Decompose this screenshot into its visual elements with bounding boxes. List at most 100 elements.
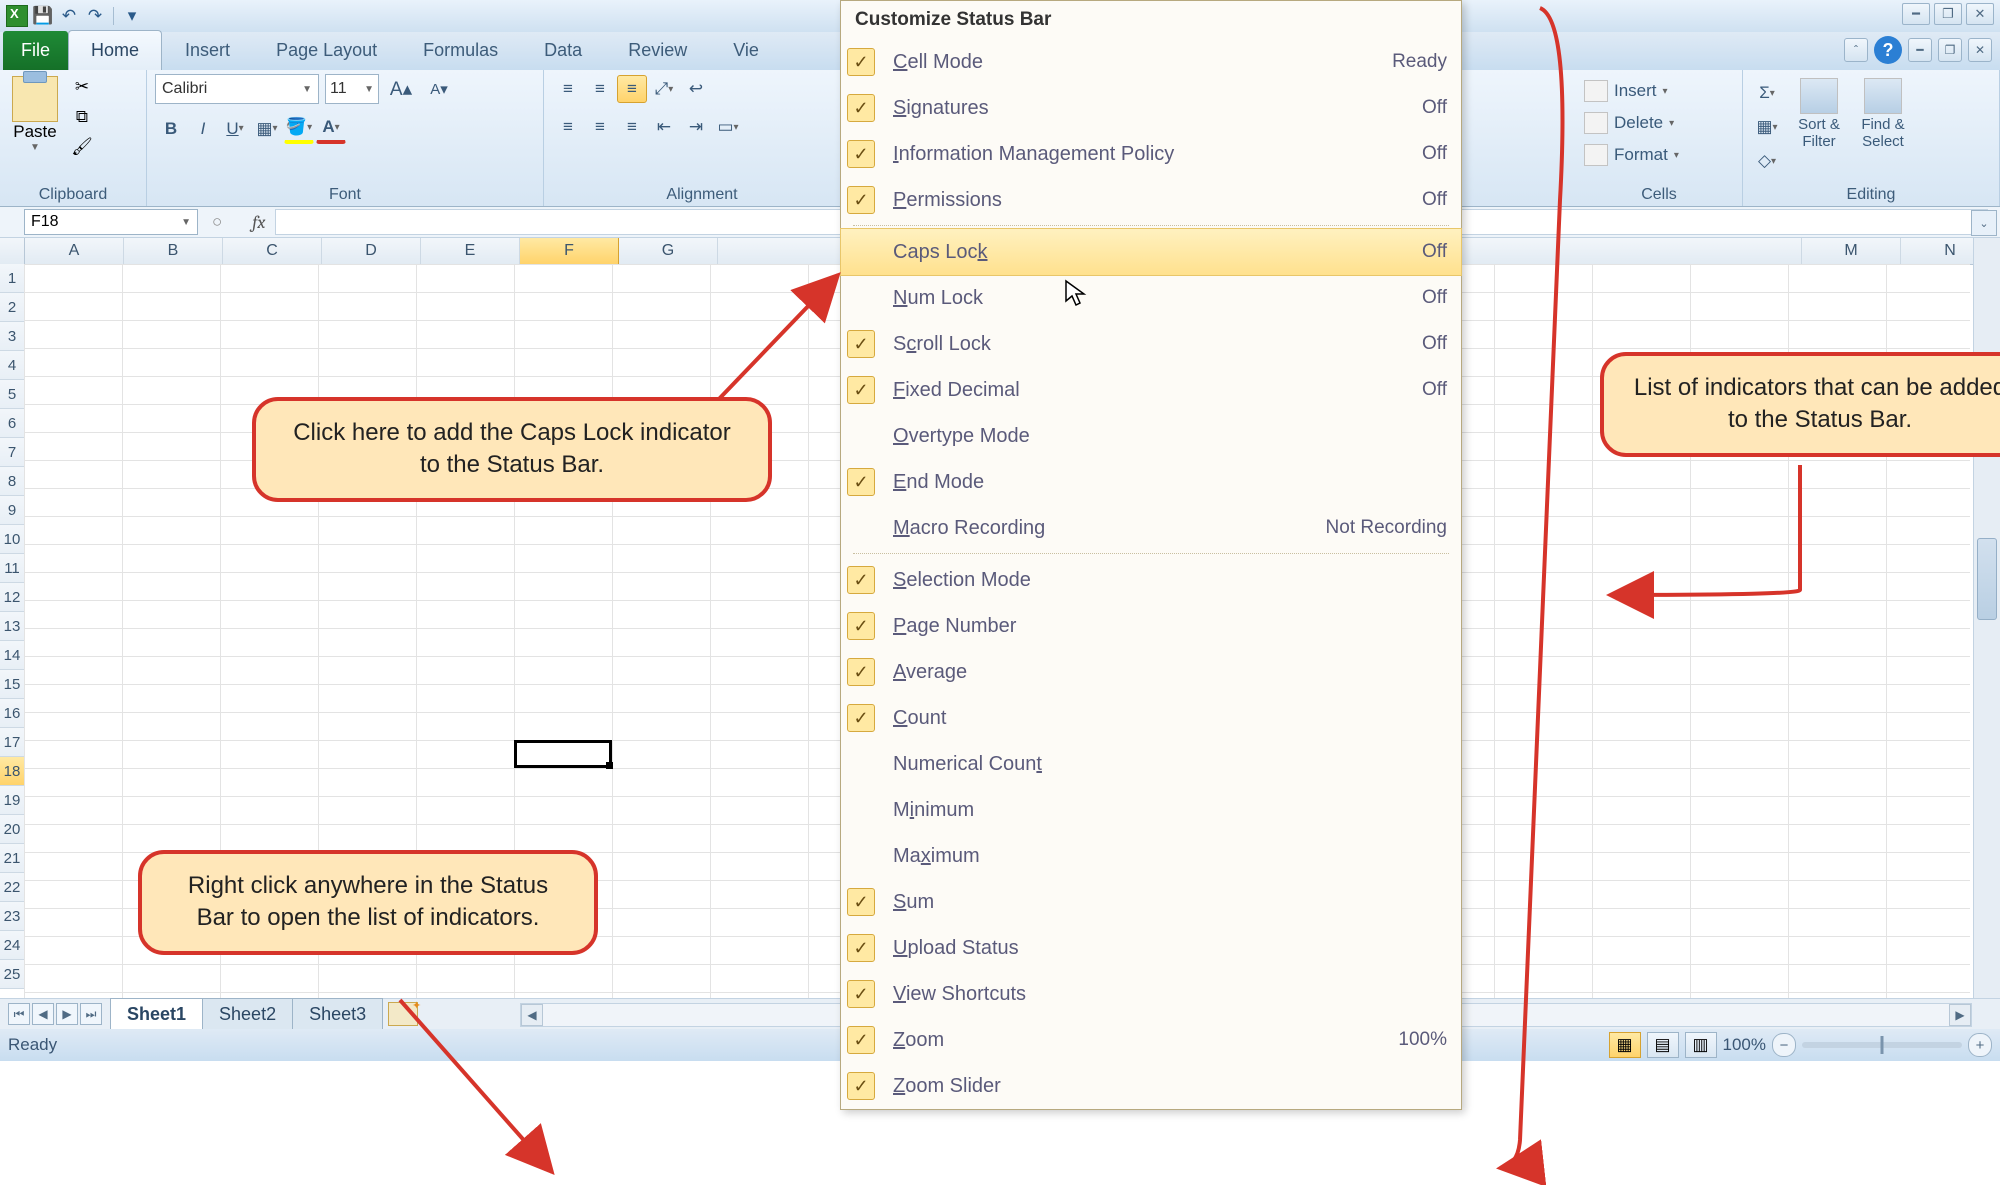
page-break-view-icon[interactable]: ▥ [1685, 1032, 1717, 1058]
redo-icon[interactable]: ↷ [84, 5, 106, 27]
row-header[interactable]: 15 [0, 670, 25, 699]
normal-view-icon[interactable]: ▦ [1609, 1032, 1641, 1058]
sheet-tab[interactable]: Sheet3 [292, 998, 383, 1030]
restore-button[interactable]: ❐ [1934, 3, 1962, 25]
column-header[interactable]: M [1802, 238, 1901, 264]
menu-item-num-lock[interactable]: Num LockOff [841, 275, 1461, 321]
merge-center-icon[interactable]: ▭▾ [713, 113, 743, 141]
tab-insert[interactable]: Insert [162, 30, 253, 70]
underline-button[interactable]: U▾ [220, 115, 250, 143]
row-header[interactable]: 19 [0, 786, 25, 815]
column-header[interactable]: F [520, 238, 619, 264]
cut-icon[interactable]: ✂ [68, 74, 96, 100]
column-header[interactable]: D [322, 238, 421, 264]
align-center-icon[interactable]: ≡ [585, 113, 615, 141]
column-header[interactable]: A [25, 238, 124, 264]
sheet-nav-first-icon[interactable]: ⏮ [8, 1003, 30, 1025]
file-tab[interactable]: File [3, 31, 68, 70]
decrease-indent-icon[interactable]: ⇤ [649, 113, 679, 141]
zoom-out-button[interactable]: − [1772, 1033, 1796, 1057]
cancel-icon[interactable]: ○ [212, 212, 222, 232]
menu-item-zoom[interactable]: ✓Zoom100% [841, 1017, 1461, 1063]
close-button[interactable]: ✕ [1966, 3, 1994, 25]
fill-icon[interactable]: ▦▾ [1752, 113, 1782, 141]
zoom-in-button[interactable]: + [1968, 1033, 1992, 1057]
sheet-nav-last-icon[interactable]: ⏭ [80, 1003, 102, 1025]
menu-item-permissions[interactable]: ✓PermissionsOff [841, 177, 1461, 223]
row-header[interactable]: 13 [0, 612, 25, 641]
menu-item-page-number[interactable]: ✓Page Number [841, 603, 1461, 649]
font-size-combo[interactable]: 11▼ [325, 74, 379, 104]
hscroll-right-icon[interactable]: ▶ [1949, 1004, 1971, 1026]
save-icon[interactable]: 💾 [32, 5, 54, 27]
page-layout-view-icon[interactable]: ▤ [1647, 1032, 1679, 1058]
delete-cells-button[interactable]: Delete▾ [1584, 110, 1734, 136]
expand-formula-bar-icon[interactable]: ⌄ [1971, 210, 1997, 236]
row-header[interactable]: 8 [0, 467, 25, 496]
font-color-button[interactable]: A▾ [316, 113, 346, 144]
ribbon-minimize-icon[interactable]: ˆ [1844, 38, 1868, 62]
fill-color-button[interactable]: 🪣▾ [284, 113, 314, 144]
menu-item-information-management-policy[interactable]: ✓Information Management PolicyOff [841, 131, 1461, 177]
tab-vie[interactable]: Vie [710, 30, 782, 70]
borders-button[interactable]: ▦▾ [252, 115, 282, 143]
row-header[interactable]: 14 [0, 641, 25, 670]
align-left-icon[interactable]: ≡ [553, 113, 583, 141]
zoom-level[interactable]: 100% [1723, 1035, 1766, 1055]
row-header[interactable]: 17 [0, 728, 25, 757]
row-header[interactable]: 6 [0, 409, 25, 438]
row-header[interactable]: 16 [0, 699, 25, 728]
workbook-minimize-button[interactable]: ━ [1908, 38, 1932, 62]
row-header[interactable]: 23 [0, 902, 25, 931]
name-box[interactable]: F18▼ [24, 209, 198, 235]
menu-item-fixed-decimal[interactable]: ✓Fixed DecimalOff [841, 367, 1461, 413]
sheet-nav-next-icon[interactable]: ▶ [56, 1003, 78, 1025]
menu-item-zoom-slider[interactable]: ✓Zoom Slider [841, 1063, 1461, 1109]
menu-item-overtype-mode[interactable]: Overtype Mode [841, 413, 1461, 459]
menu-item-cell-mode[interactable]: ✓Cell ModeReady [841, 39, 1461, 85]
row-header[interactable]: 9 [0, 496, 25, 525]
insert-cells-button[interactable]: Insert▾ [1584, 78, 1734, 104]
column-header[interactable]: E [421, 238, 520, 264]
clear-icon[interactable]: ◇▾ [1752, 147, 1782, 175]
tab-formulas[interactable]: Formulas [400, 30, 521, 70]
autosum-icon[interactable]: Σ▾ [1752, 79, 1782, 107]
row-header[interactable]: 18 [0, 757, 25, 786]
hscroll-left-icon[interactable]: ◀ [521, 1004, 543, 1026]
row-header[interactable]: 20 [0, 815, 25, 844]
help-icon[interactable]: ? [1874, 36, 1902, 64]
row-header[interactable]: 7 [0, 438, 25, 467]
menu-item-end-mode[interactable]: ✓End Mode [841, 459, 1461, 505]
row-header[interactable]: 22 [0, 873, 25, 902]
bold-button[interactable]: B [156, 115, 186, 143]
new-sheet-button[interactable] [388, 1002, 418, 1026]
format-painter-icon[interactable]: 🖌 [68, 134, 96, 160]
menu-item-average[interactable]: ✓Average [841, 649, 1461, 695]
column-header[interactable]: C [223, 238, 322, 264]
qat-customize-icon[interactable]: ▾ [121, 5, 143, 27]
tab-page-layout[interactable]: Page Layout [253, 30, 400, 70]
row-header[interactable]: 10 [0, 525, 25, 554]
row-header[interactable]: 25 [0, 960, 25, 989]
row-header[interactable]: 21 [0, 844, 25, 873]
scrollbar-thumb[interactable] [1977, 538, 1997, 620]
menu-item-numerical-count[interactable]: Numerical Count [841, 741, 1461, 787]
menu-item-maximum[interactable]: Maximum [841, 833, 1461, 879]
shrink-font-icon[interactable]: A▾ [424, 75, 454, 103]
row-header[interactable]: 5 [0, 380, 25, 409]
menu-item-minimum[interactable]: Minimum [841, 787, 1461, 833]
paste-button[interactable]: Paste ▼ [8, 74, 62, 160]
row-header[interactable]: 12 [0, 583, 25, 612]
sheet-tab[interactable]: Sheet2 [202, 998, 293, 1030]
menu-item-count[interactable]: ✓Count [841, 695, 1461, 741]
tab-data[interactable]: Data [521, 30, 605, 70]
row-header[interactable]: 4 [0, 351, 25, 380]
menu-item-upload-status[interactable]: ✓Upload Status [841, 925, 1461, 971]
row-header[interactable]: 1 [0, 264, 25, 293]
format-cells-button[interactable]: Format▾ [1584, 142, 1734, 168]
minimize-button[interactable]: ━ [1902, 3, 1930, 25]
increase-indent-icon[interactable]: ⇥ [681, 113, 711, 141]
sort-filter-button[interactable]: Sort & Filter [1791, 78, 1847, 150]
customize-status-bar-menu[interactable]: Customize Status Bar ✓Cell ModeReady✓Sig… [840, 0, 1462, 1110]
row-header[interactable]: 3 [0, 322, 25, 351]
